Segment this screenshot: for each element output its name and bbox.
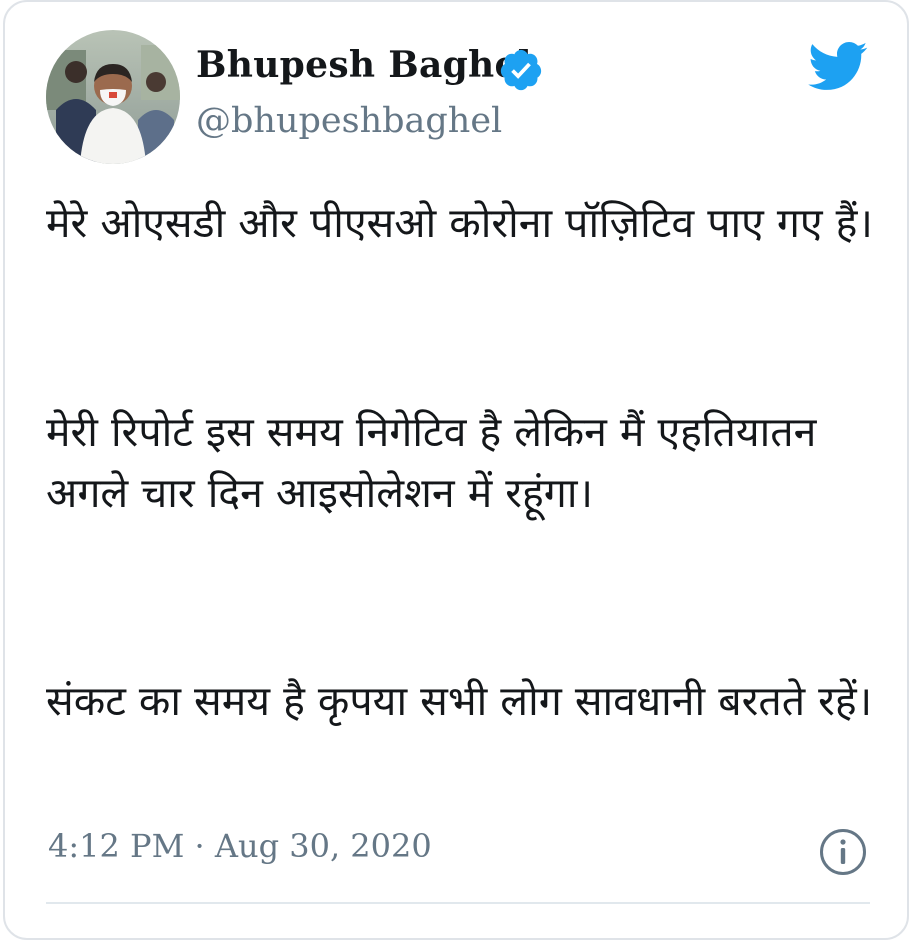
author-name[interactable]: Bhupesh Baghel [196, 44, 532, 86]
tweet-timestamp[interactable]: 4:12 PM · Aug 30, 2020 [48, 827, 432, 865]
info-icon[interactable] [818, 827, 868, 877]
author-handle[interactable]: @bhupeshbaghel [196, 101, 502, 141]
twitter-bird-icon[interactable] [805, 40, 869, 92]
avatar-photo [46, 30, 180, 164]
tweet-paragraph: मेरे ओएसडी और पीएसओ कोरोना पॉज़िटिव पाए … [46, 199, 873, 247]
tweet-paragraph: संकट का समय है कृपया सभी लोग सावधानी बरत… [46, 677, 873, 725]
tweet-paragraph: मेरी रिपोर्ट इस समय निगेटिव है लेकिन मैं… [46, 408, 817, 517]
avatar[interactable] [46, 30, 180, 164]
verified-badge-icon [500, 49, 542, 91]
divider [46, 902, 870, 904]
